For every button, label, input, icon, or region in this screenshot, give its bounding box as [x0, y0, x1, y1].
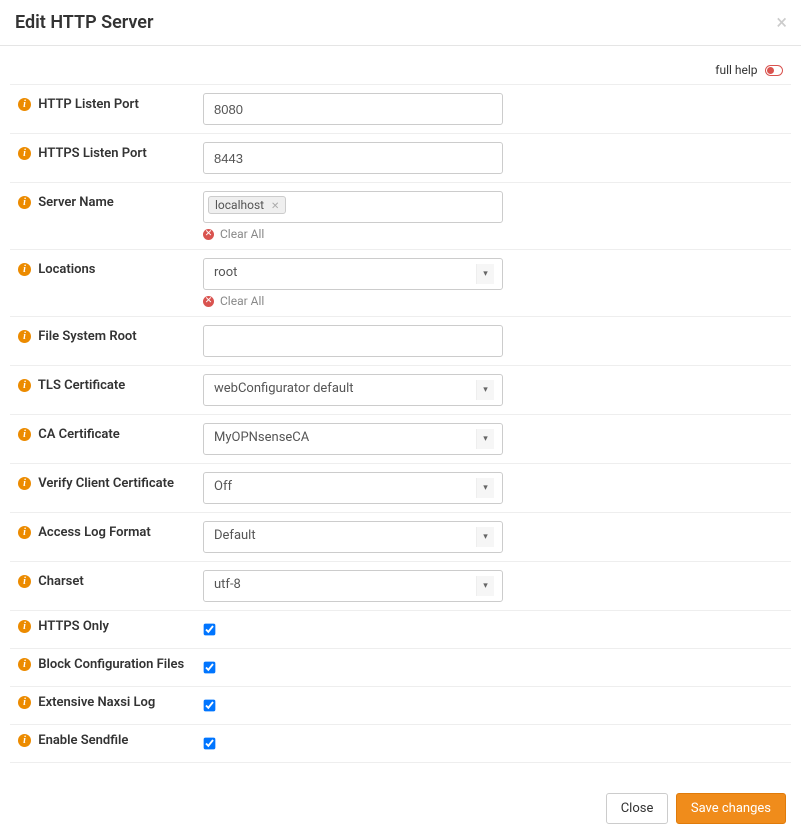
label-http-port: HTTP Listen Port: [38, 97, 139, 112]
label-sendfile: Enable Sendfile: [38, 733, 128, 748]
label-locations: Locations: [38, 262, 95, 277]
info-icon[interactable]: i: [18, 263, 31, 276]
sendfile-checkbox[interactable]: [204, 738, 216, 750]
info-icon[interactable]: i: [18, 147, 31, 160]
modal-footer: Close Save changes: [0, 781, 801, 830]
form-table: full help i HTTP Listen Port i HTTPS Lis…: [10, 56, 791, 763]
chevron-down-icon: ▾: [476, 429, 494, 449]
ext-naxsi-checkbox[interactable]: [204, 700, 216, 712]
info-icon[interactable]: i: [18, 575, 31, 588]
info-icon[interactable]: i: [18, 379, 31, 392]
info-icon[interactable]: i: [18, 428, 31, 441]
clear-all-label: Clear All: [220, 227, 264, 241]
save-button[interactable]: Save changes: [676, 793, 786, 824]
server-name-tokens[interactable]: localhost ✕: [203, 191, 503, 223]
verify-client-value: Off: [214, 479, 232, 494]
info-icon[interactable]: i: [18, 98, 31, 111]
label-ext-naxsi: Extensive Naxsi Log: [38, 695, 155, 710]
clear-all-label: Clear All: [220, 294, 264, 308]
close-icon[interactable]: ×: [776, 12, 787, 32]
chevron-down-icon: ▾: [476, 380, 494, 400]
cancel-icon: ✕: [203, 229, 214, 240]
info-icon[interactable]: i: [18, 477, 31, 490]
label-fs-root: File System Root: [38, 329, 136, 344]
clear-all-locations[interactable]: ✕ Clear All: [203, 294, 503, 308]
ca-cert-select[interactable]: MyOPNsenseCA ▾: [203, 423, 503, 455]
label-https-only: HTTPS Only: [38, 619, 109, 634]
chevron-down-icon: ▾: [476, 264, 494, 284]
help-row: full help: [10, 56, 791, 85]
info-icon[interactable]: i: [18, 734, 31, 747]
access-log-value: Default: [214, 528, 256, 543]
tls-cert-value: webConfigurator default: [214, 381, 353, 396]
info-icon[interactable]: i: [18, 330, 31, 343]
chevron-down-icon: ▾: [476, 576, 494, 596]
label-server-name: Server Name: [38, 195, 114, 210]
label-block-conf: Block Configuration Files: [38, 657, 184, 672]
label-charset: Charset: [38, 574, 83, 589]
chevron-down-icon: ▾: [476, 527, 494, 547]
modal-header: Edit HTTP Server ×: [0, 0, 801, 46]
label-tls-cert: TLS Certificate: [38, 378, 125, 393]
tls-cert-select[interactable]: webConfigurator default ▾: [203, 374, 503, 406]
locations-value: root: [214, 265, 237, 280]
info-icon[interactable]: i: [18, 526, 31, 539]
info-icon[interactable]: i: [18, 696, 31, 709]
locations-select[interactable]: root ▾: [203, 258, 503, 290]
access-log-select[interactable]: Default ▾: [203, 521, 503, 553]
server-name-token[interactable]: localhost ✕: [208, 196, 286, 214]
chevron-down-icon: ▾: [476, 478, 494, 498]
charset-select[interactable]: utf-8 ▾: [203, 570, 503, 602]
label-verify-client: Verify Client Certificate: [38, 476, 174, 491]
label-access-log: Access Log Format: [38, 525, 151, 540]
label-https-port: HTTPS Listen Port: [38, 146, 147, 161]
clear-all-server-name[interactable]: ✕ Clear All: [203, 227, 503, 241]
http-port-input[interactable]: [203, 93, 503, 125]
close-button[interactable]: Close: [606, 793, 669, 824]
https-only-checkbox[interactable]: [204, 624, 216, 636]
charset-value: utf-8: [214, 577, 241, 592]
token-remove-icon[interactable]: ✕: [271, 201, 279, 212]
modal-title: Edit HTTP Server: [15, 12, 786, 33]
full-help-label: full help: [715, 63, 757, 77]
block-conf-checkbox[interactable]: [204, 662, 216, 674]
info-icon[interactable]: i: [18, 658, 31, 671]
cancel-icon: ✕: [203, 296, 214, 307]
token-label: localhost: [215, 198, 264, 212]
full-help-toggle[interactable]: [765, 65, 783, 76]
label-ca-cert: CA Certificate: [38, 427, 120, 442]
info-icon[interactable]: i: [18, 620, 31, 633]
https-port-input[interactable]: [203, 142, 503, 174]
info-icon[interactable]: i: [18, 196, 31, 209]
ca-cert-value: MyOPNsenseCA: [214, 430, 309, 445]
modal-body: full help i HTTP Listen Port i HTTPS Lis…: [0, 46, 801, 773]
fs-root-input[interactable]: [203, 325, 503, 357]
verify-client-select[interactable]: Off ▾: [203, 472, 503, 504]
